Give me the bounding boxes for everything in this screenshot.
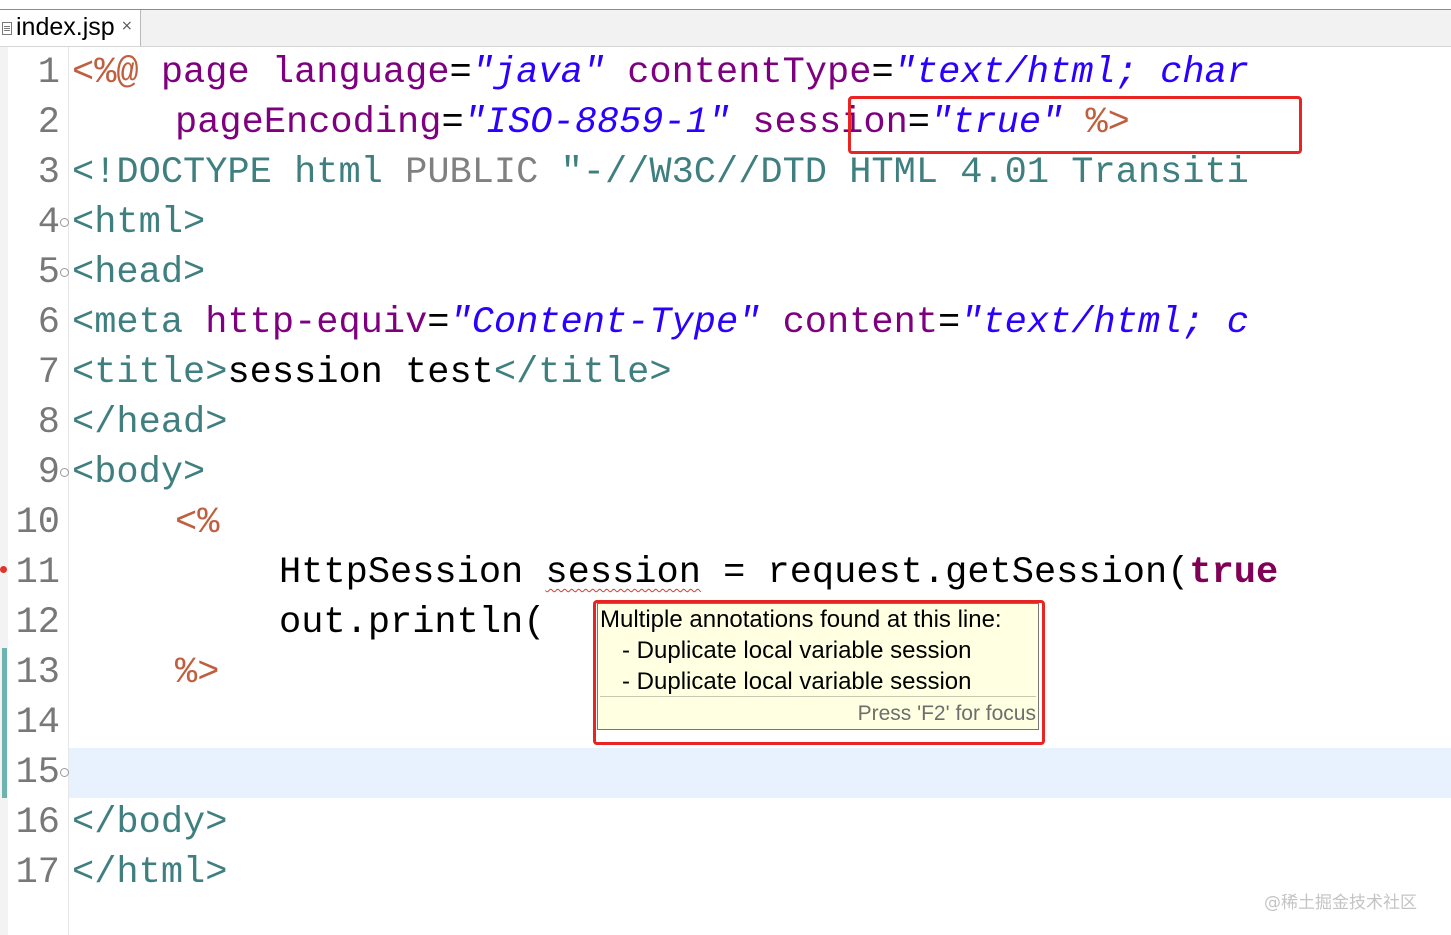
attr-name: http-equiv bbox=[205, 302, 428, 344]
fold-toggle-icon[interactable] bbox=[60, 468, 69, 477]
keyword-true: true bbox=[1189, 552, 1279, 594]
line-number: 4 bbox=[37, 202, 60, 244]
attr-name: pageEncoding bbox=[175, 102, 442, 144]
equals: = bbox=[449, 52, 472, 94]
scriptlet-close: %> bbox=[175, 652, 220, 694]
line-number: 14 bbox=[15, 702, 60, 744]
code-line-3[interactable]: <!DOCTYPE html PUBLIC "-//W3C//DTD HTML … bbox=[72, 148, 1249, 198]
line-number: 12 bbox=[15, 602, 60, 644]
equals: = bbox=[427, 302, 450, 344]
attr-value: "text/html; char bbox=[893, 52, 1249, 94]
attr-value: "java" bbox=[471, 52, 605, 94]
equals: = bbox=[938, 302, 961, 344]
line-number: 7 bbox=[37, 352, 60, 394]
equals: = bbox=[871, 52, 894, 94]
tag-open: <title> bbox=[72, 352, 228, 394]
tag-open: <meta bbox=[72, 302, 184, 344]
line-number: 15 bbox=[15, 752, 60, 794]
line-number: 13 bbox=[15, 652, 60, 694]
close-icon[interactable]: × bbox=[121, 18, 133, 34]
line-number: 6 bbox=[37, 302, 60, 344]
code-line-1[interactable]: <%@ page language="java" contentType="te… bbox=[72, 48, 1249, 98]
fold-toggle-icon[interactable] bbox=[60, 268, 69, 277]
tag-close: </title> bbox=[493, 352, 672, 394]
doctype-keyword: <!DOCTYPE bbox=[72, 152, 272, 194]
code-line-13[interactable]: %> bbox=[72, 648, 219, 698]
jsp-file-icon bbox=[2, 22, 12, 35]
code-line-9[interactable]: <body> bbox=[72, 448, 205, 498]
attr-value: "text/html; c bbox=[960, 302, 1249, 344]
fold-toggle-icon[interactable] bbox=[60, 218, 69, 227]
scriptlet-open: <% bbox=[175, 502, 220, 544]
jsp-directive-open: <%@ bbox=[72, 52, 139, 94]
line-number: 3 bbox=[37, 152, 60, 194]
variable-session-error[interactable]: session bbox=[545, 552, 700, 594]
directive-name: page bbox=[160, 52, 250, 94]
expression: = request.getSession( bbox=[700, 552, 1190, 594]
current-line-highlight bbox=[69, 748, 1451, 798]
highlight-box-tooltip bbox=[593, 600, 1045, 745]
gutter-divider bbox=[68, 47, 69, 935]
doctype-public: PUBLIC bbox=[405, 152, 539, 194]
line-number: 2 bbox=[37, 102, 60, 144]
doctype-root: html bbox=[294, 152, 383, 194]
attr-value: "ISO-8859-1" bbox=[463, 102, 731, 144]
highlight-box-session-attr bbox=[848, 96, 1302, 154]
line-number: 8 bbox=[37, 402, 60, 444]
code-line-8[interactable]: </head> bbox=[72, 398, 227, 448]
fold-toggle-icon[interactable] bbox=[60, 768, 69, 777]
type-name: HttpSession bbox=[279, 552, 524, 594]
attr-name: content bbox=[782, 302, 939, 344]
code-line-5[interactable]: <head> bbox=[72, 248, 205, 298]
attr-value: "Content-Type" bbox=[449, 302, 761, 344]
code-line-4[interactable]: <html> bbox=[72, 198, 205, 248]
line-number: 9 bbox=[37, 452, 60, 494]
code-line-6[interactable]: <meta http-equiv="Content-Type" content=… bbox=[72, 298, 1249, 348]
code-line-17[interactable]: </html> bbox=[72, 848, 227, 898]
code-line-16[interactable]: </body> bbox=[72, 798, 227, 848]
tab-title: index.jsp bbox=[16, 13, 115, 41]
editor-tab-strip: index.jsp × bbox=[0, 10, 1451, 47]
code-line-7[interactable]: <title>session test</title> bbox=[72, 348, 672, 398]
tab-index-jsp[interactable]: index.jsp × bbox=[0, 10, 141, 46]
attr-name: language bbox=[271, 52, 450, 94]
code-line-11[interactable]: HttpSession session = request.getSession… bbox=[72, 548, 1278, 598]
code-line-10[interactable]: <% bbox=[72, 498, 219, 548]
line-number: 11 bbox=[15, 552, 60, 594]
line-number: 1 bbox=[37, 52, 60, 94]
code-line-12[interactable]: out.println( bbox=[72, 598, 545, 648]
equals: = bbox=[441, 102, 464, 144]
title-text: session test bbox=[227, 352, 494, 394]
statement: out.println( bbox=[279, 602, 546, 644]
line-number: 17 bbox=[15, 852, 60, 894]
attr-name: contentType bbox=[627, 52, 872, 94]
line-number: 16 bbox=[15, 802, 60, 844]
line-number: 10 bbox=[15, 502, 60, 544]
doctype-identifier: "-//W3C//DTD HTML 4.01 Transiti bbox=[560, 152, 1249, 194]
line-number: 5 bbox=[37, 252, 60, 294]
window-top-border bbox=[0, 0, 1451, 10]
watermark: @稀土掘金技术社区 bbox=[1264, 893, 1417, 913]
